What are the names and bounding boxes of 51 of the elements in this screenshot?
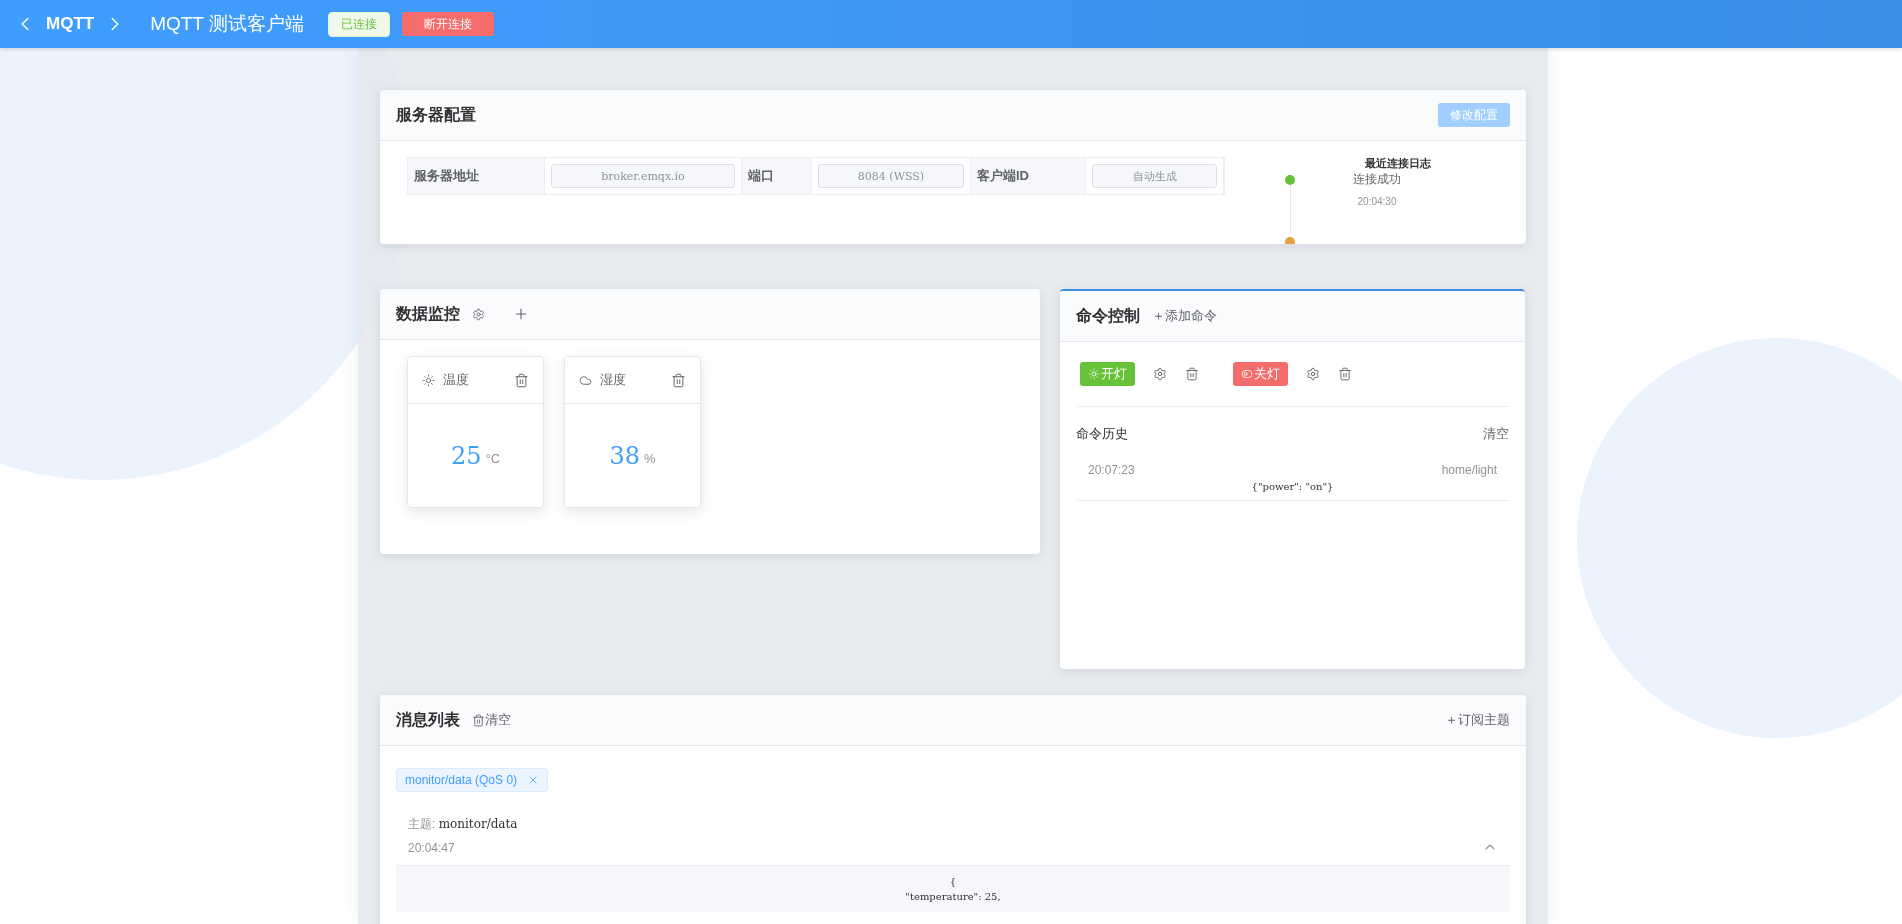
- sensor-unit: %: [644, 451, 656, 466]
- field-label: 客户端ID: [971, 158, 1086, 194]
- add-command-link[interactable]: ＋添加命令: [1152, 307, 1217, 325]
- field-label: 服务器地址: [408, 158, 545, 194]
- card-title: 消息列表: [396, 709, 460, 730]
- sensor-name: 湿度: [600, 371, 627, 389]
- cloud-icon: [579, 373, 592, 387]
- trash-icon[interactable]: [472, 713, 485, 727]
- status-badge: 已连接: [327, 11, 390, 37]
- history-topic: home/light: [1441, 463, 1497, 477]
- topic-tag: monitor/data (QoS 0): [396, 768, 549, 792]
- card-title: 服务器配置: [396, 104, 476, 125]
- page-title: MQTT 测试客户端: [150, 12, 304, 36]
- trash-icon[interactable]: [1338, 367, 1352, 381]
- sensor-value: 25: [450, 441, 482, 470]
- settings-icon[interactable]: [1306, 367, 1320, 381]
- toggle-icon: [1241, 368, 1253, 380]
- log-text: 连接成功: [1353, 171, 1401, 188]
- input-field[interactable]: 自动生成: [1092, 164, 1217, 188]
- command-button[interactable]: 开灯: [1080, 362, 1135, 386]
- sun-icon: [422, 373, 435, 387]
- clear-link[interactable]: 清空: [1483, 425, 1509, 443]
- sensor-name: 温度: [443, 371, 470, 389]
- history-title: 命令历史: [1076, 425, 1128, 443]
- sensor-value: 38: [609, 441, 640, 470]
- history-payload: {"power": "on"}: [1250, 481, 1335, 492]
- trash-icon[interactable]: [671, 372, 686, 388]
- input-field[interactable]: 8084 (WSS): [818, 164, 964, 188]
- plus-icon[interactable]: [513, 306, 529, 322]
- trash-icon[interactable]: [1185, 367, 1199, 381]
- payload-line: {: [949, 876, 957, 887]
- trash-icon[interactable]: [514, 372, 529, 388]
- sun-icon: [1088, 368, 1100, 380]
- log-time: 20:04:30: [1357, 196, 1397, 207]
- input-field[interactable]: broker.emqx.io: [551, 164, 735, 188]
- payload-line: "temperature": 25,: [905, 891, 1001, 902]
- back-link[interactable]: MQTT: [46, 14, 95, 34]
- message-time: 20:04:47: [408, 841, 456, 855]
- card-title: 数据监控: [396, 303, 460, 324]
- field-label: 端口: [742, 158, 812, 194]
- clear-link[interactable]: 清空: [485, 711, 511, 729]
- command-button[interactable]: 关灯: [1233, 362, 1288, 386]
- card-title: 命令控制: [1076, 305, 1140, 326]
- message-topic: 主题: monitor/data: [408, 817, 518, 831]
- history-time: 20:07:23: [1088, 463, 1135, 477]
- subscribe-link[interactable]: ＋订阅主题: [1445, 711, 1510, 729]
- settings-icon[interactable]: [1153, 367, 1167, 381]
- disconnect-button[interactable]: 断开连接: [401, 12, 494, 36]
- settings-icon[interactable]: [472, 307, 485, 321]
- log-title: 最近连接日志: [1365, 156, 1432, 171]
- sensor-unit: °C: [485, 451, 501, 466]
